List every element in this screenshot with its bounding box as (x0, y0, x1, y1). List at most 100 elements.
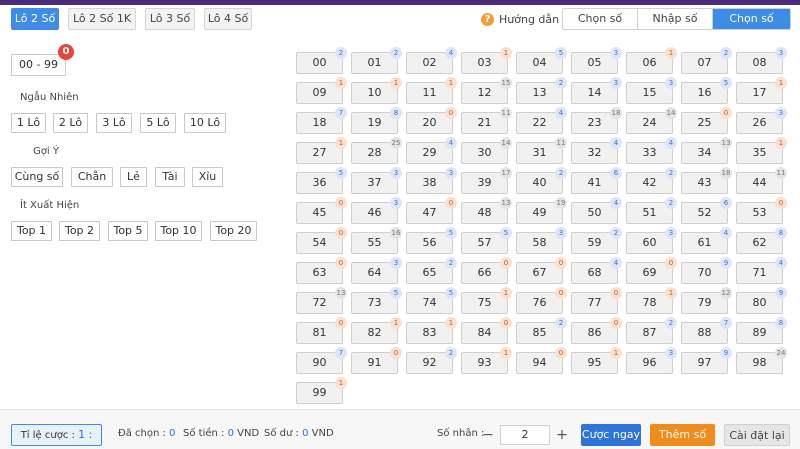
number-cell[interactable]: 09 1 (296, 77, 347, 104)
number-cell[interactable]: 44 11 (736, 167, 787, 194)
number-cell[interactable]: 71 4 (736, 257, 787, 284)
number-cell[interactable]: 48 13 (461, 197, 512, 224)
number-cell[interactable]: 80 9 (736, 287, 787, 314)
number-cell[interactable]: 92 2 (406, 347, 457, 374)
number-cell[interactable]: 96 3 (626, 347, 677, 374)
number-cell[interactable]: 78 1 (626, 287, 677, 314)
number-cell[interactable]: 24 14 (626, 107, 677, 134)
number-cell[interactable]: 11 1 (406, 77, 457, 104)
random-option-1[interactable]: 1 Lô (11, 113, 46, 133)
number-cell[interactable]: 21 11 (461, 107, 512, 134)
mode-chon-so[interactable]: Chọn số (563, 9, 638, 29)
number-cell[interactable]: 84 0 (461, 317, 512, 344)
number-cell[interactable]: 54 0 (296, 227, 347, 254)
bet-now-button[interactable]: Cược ngay (581, 424, 641, 446)
number-cell[interactable]: 51 2 (626, 197, 677, 224)
number-cell[interactable]: 61 4 (681, 227, 732, 254)
suggest-option-same[interactable]: Cùng số (11, 167, 63, 187)
number-cell[interactable]: 56 5 (406, 227, 457, 254)
number-cell[interactable]: 75 1 (461, 287, 512, 314)
number-cell[interactable]: 64 3 (351, 257, 402, 284)
number-cell[interactable]: 57 5 (461, 227, 512, 254)
number-cell[interactable]: 15 3 (626, 77, 677, 104)
number-cell[interactable]: 06 1 (626, 47, 677, 74)
number-cell[interactable]: 66 0 (461, 257, 512, 284)
number-cell[interactable]: 76 0 (516, 287, 567, 314)
number-cell[interactable]: 68 4 (571, 257, 622, 284)
number-cell[interactable]: 42 2 (626, 167, 677, 194)
number-cell[interactable]: 94 0 (516, 347, 567, 374)
number-cell[interactable]: 05 3 (571, 47, 622, 74)
number-cell[interactable]: 20 0 (406, 107, 457, 134)
rare-option-top10[interactable]: Top 10 (155, 221, 202, 241)
suggest-option-small[interactable]: Xỉu (192, 167, 223, 187)
number-cell[interactable]: 52 6 (681, 197, 732, 224)
number-cell[interactable]: 55 16 (351, 227, 402, 254)
rare-option-top2[interactable]: Top 2 (59, 221, 100, 241)
number-cell[interactable]: 18 7 (296, 107, 347, 134)
number-cell[interactable]: 28 25 (351, 137, 402, 164)
number-cell[interactable]: 50 4 (571, 197, 622, 224)
number-cell[interactable]: 22 4 (516, 107, 567, 134)
number-cell[interactable]: 74 5 (406, 287, 457, 314)
suggest-option-even[interactable]: Chẵn (71, 167, 113, 187)
number-cell[interactable]: 69 0 (626, 257, 677, 284)
tab-lo-3-so[interactable]: Lô 3 Số (145, 8, 195, 30)
number-cell[interactable]: 89 8 (736, 317, 787, 344)
number-cell[interactable]: 00 2 (296, 47, 347, 74)
number-cell[interactable]: 62 8 (736, 227, 787, 254)
number-cell[interactable]: 40 2 (516, 167, 567, 194)
range-button[interactable]: 00 - 99 (11, 54, 66, 76)
number-cell[interactable]: 23 18 (571, 107, 622, 134)
add-number-button[interactable]: Thêm số (650, 424, 715, 446)
number-cell[interactable]: 25 0 (681, 107, 732, 134)
number-cell[interactable]: 37 3 (351, 167, 402, 194)
number-cell[interactable]: 19 8 (351, 107, 402, 134)
number-cell[interactable]: 32 4 (571, 137, 622, 164)
tab-lo-2-so[interactable]: Lô 2 Số (11, 8, 59, 30)
number-cell[interactable]: 59 2 (571, 227, 622, 254)
tab-lo-2-so-1k[interactable]: Lô 2 Số 1K (68, 8, 136, 30)
number-cell[interactable]: 12 15 (461, 77, 512, 104)
number-cell[interactable]: 83 1 (406, 317, 457, 344)
number-cell[interactable]: 93 1 (461, 347, 512, 374)
number-cell[interactable]: 35 1 (736, 137, 787, 164)
number-cell[interactable]: 70 9 (681, 257, 732, 284)
random-option-10[interactable]: 10 Lô (184, 113, 226, 133)
number-cell[interactable]: 04 5 (516, 47, 567, 74)
number-cell[interactable]: 77 0 (571, 287, 622, 314)
number-cell[interactable]: 98 24 (736, 347, 787, 374)
number-cell[interactable]: 90 7 (296, 347, 347, 374)
number-cell[interactable]: 46 3 (351, 197, 402, 224)
number-cell[interactable]: 26 3 (736, 107, 787, 134)
number-cell[interactable]: 79 12 (681, 287, 732, 314)
number-cell[interactable]: 29 4 (406, 137, 457, 164)
number-cell[interactable]: 81 0 (296, 317, 347, 344)
number-cell[interactable]: 01 2 (351, 47, 402, 74)
rare-option-top5[interactable]: Top 5 (108, 221, 148, 241)
number-cell[interactable]: 88 7 (681, 317, 732, 344)
number-cell[interactable]: 45 0 (296, 197, 347, 224)
mode-nhap-so[interactable]: Nhập số (638, 9, 713, 29)
number-cell[interactable]: 02 4 (406, 47, 457, 74)
tab-lo-4-so[interactable]: Lô 4 Số (204, 8, 252, 30)
number-cell[interactable]: 10 1 (351, 77, 402, 104)
reset-button[interactable]: Cài đặt lại (724, 424, 790, 446)
number-cell[interactable]: 16 5 (681, 77, 732, 104)
number-cell[interactable]: 58 3 (516, 227, 567, 254)
number-cell[interactable]: 49 19 (516, 197, 567, 224)
number-cell[interactable]: 72 13 (296, 287, 347, 314)
number-cell[interactable]: 53 0 (736, 197, 787, 224)
number-cell[interactable]: 14 3 (571, 77, 622, 104)
number-cell[interactable]: 99 1 (296, 377, 347, 404)
random-option-2[interactable]: 2 Lô (53, 113, 88, 133)
number-cell[interactable]: 65 2 (406, 257, 457, 284)
mode-chon-so-nhanh[interactable]: Chọn số nhanh (713, 9, 790, 29)
number-cell[interactable]: 30 14 (461, 137, 512, 164)
number-cell[interactable]: 97 9 (681, 347, 732, 374)
number-cell[interactable]: 63 0 (296, 257, 347, 284)
number-cell[interactable]: 08 3 (736, 47, 787, 74)
number-cell[interactable]: 95 1 (571, 347, 622, 374)
help-link[interactable]: ? Hướng dẫn (481, 11, 559, 27)
rare-option-top1[interactable]: Top 1 (11, 221, 52, 241)
